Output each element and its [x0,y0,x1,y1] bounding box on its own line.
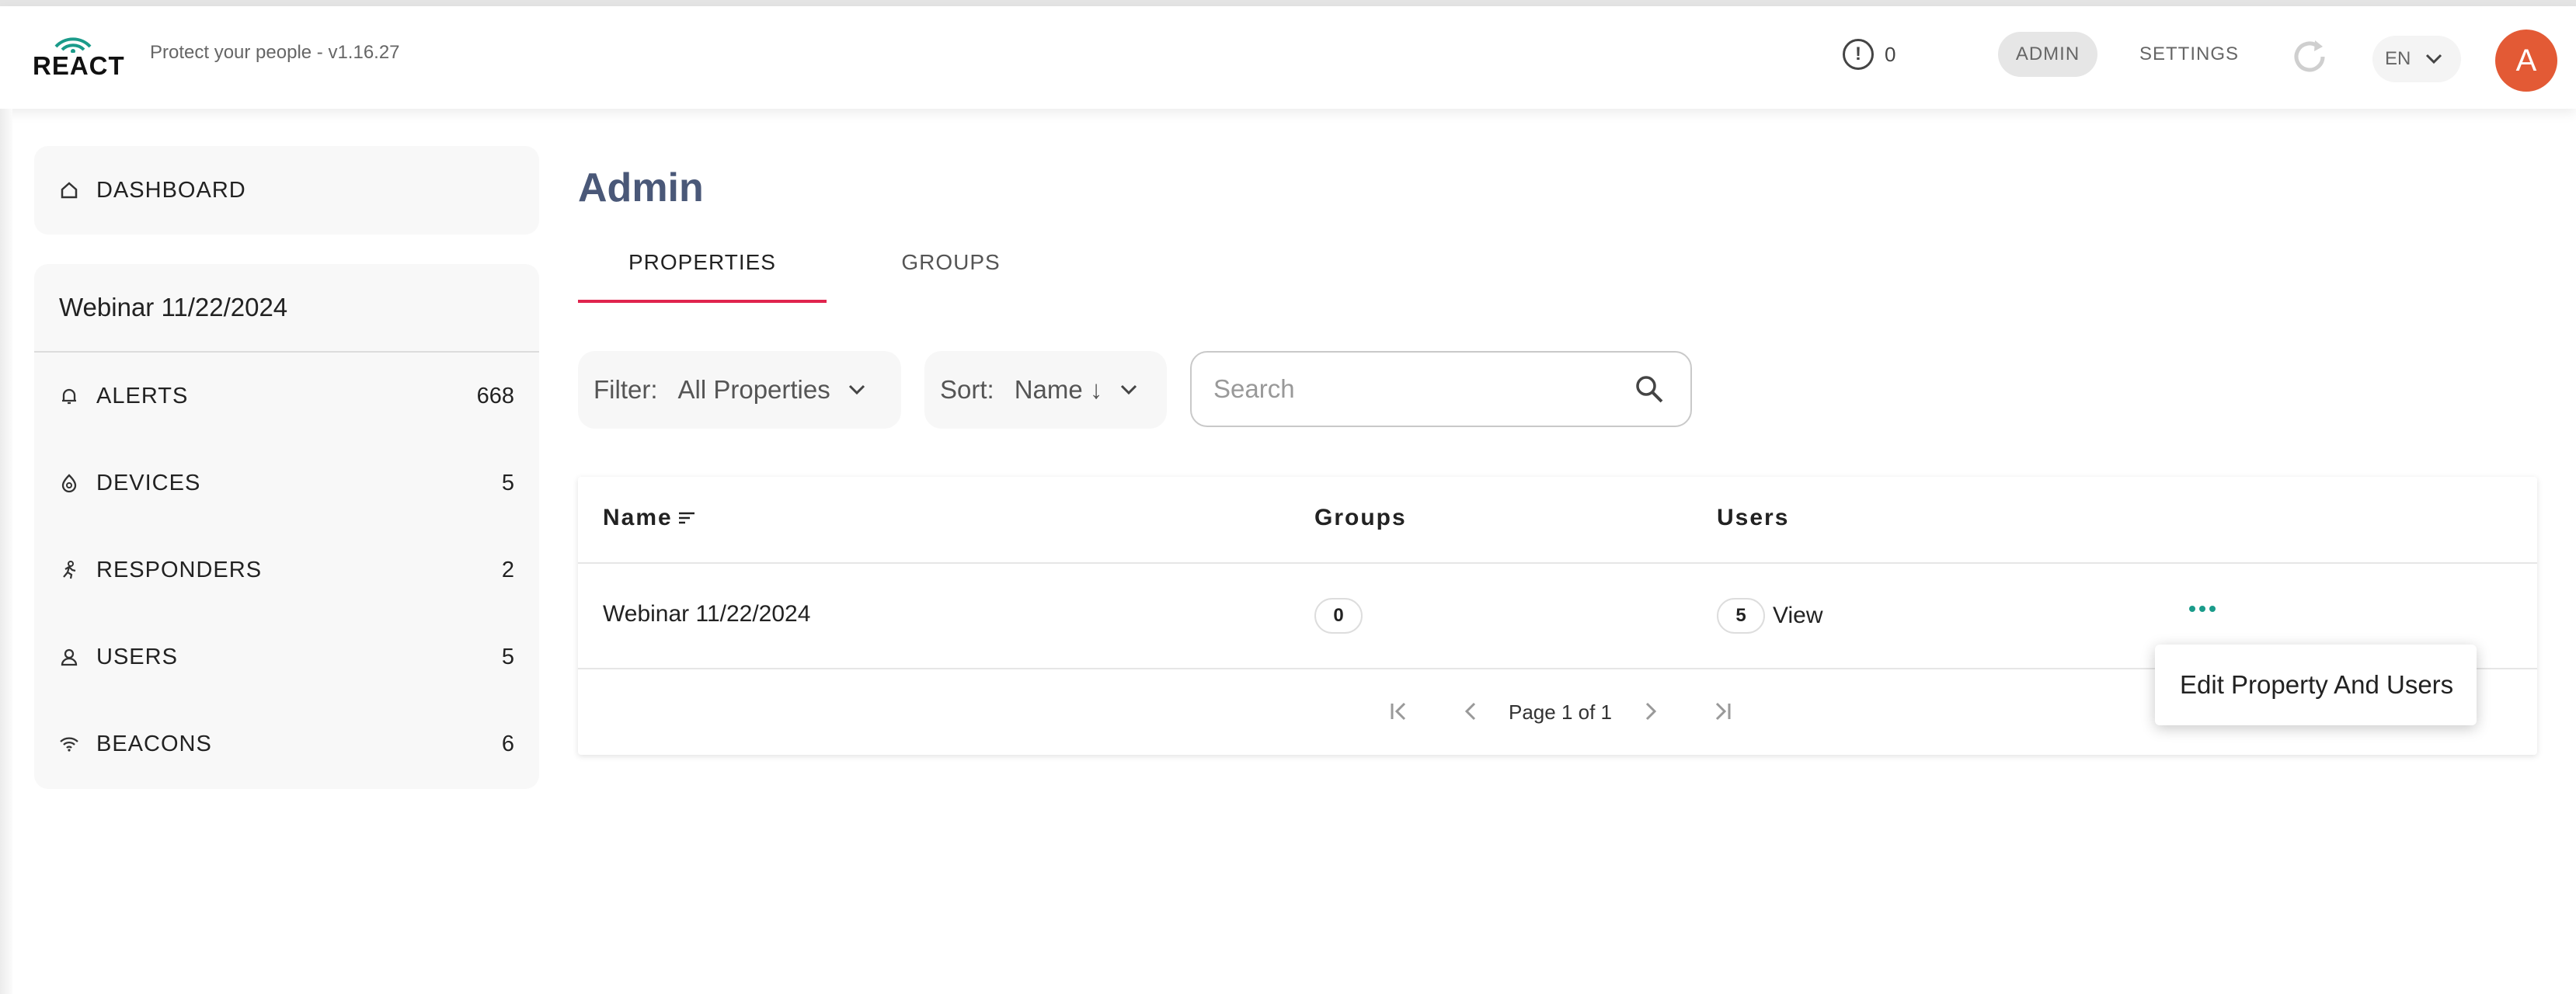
users-count-badge: 5 [1717,598,1765,634]
alert-indicator[interactable]: ! 0 [1843,39,1895,70]
property-name: Webinar 11/22/2024 [34,264,539,353]
sort-value: Name ↓ [1014,375,1103,404]
row-context-menu: Edit Property And Users [2155,645,2477,725]
cell-groups: 0 [1314,598,1363,634]
sidebar-item-count: 6 [501,731,514,756]
exclamation-icon: ! [1843,39,1874,70]
sidebar-item-label: RESPONDERS [96,557,263,582]
language-value: EN [2385,48,2411,69]
filter-select[interactable]: Filter: All Properties [578,351,901,429]
sidebar-item-responders[interactable]: RESPONDERS 2 [34,527,539,613]
view-users-link[interactable]: View [1773,603,1822,629]
more-options-icon[interactable] [2189,606,2216,612]
first-page-icon[interactable] [1386,699,1411,724]
column-header-users: Users [1717,505,1790,530]
column-header-name[interactable]: Name [603,505,696,531]
left-edge-shadow [0,109,12,994]
sidebar-item-count: 5 [501,644,514,669]
cell-users: 5 View [1717,598,1822,634]
sidebar-item-count: 5 [501,470,514,495]
sidebar-item-label: BEACONS [96,731,212,756]
sidebar-item-label: ALERTS [96,383,189,408]
admin-tabs: PROPERTIES GROUPS [578,250,1075,303]
sort-lines-icon [678,512,694,524]
language-select[interactable]: EN [2372,36,2461,82]
top-progress-line [0,0,2576,6]
last-page-icon[interactable] [1711,699,1735,724]
sidebar-item-devices[interactable]: DEVICES 5 [34,440,539,527]
cell-name: Webinar 11/22/2024 [603,601,811,627]
chevron-down-icon [848,384,865,395]
property-nav-card: Webinar 11/22/2024 ALERTS 668 DEVICES 5 … [34,264,539,789]
device-icon [61,474,77,493]
sidebar-item-dashboard[interactable]: DASHBOARD [34,146,539,235]
page-indicator: Page 1 of 1 [1509,700,1612,724]
wifi-logo-icon [54,37,92,53]
tab-properties[interactable]: PROPERTIES [578,250,827,303]
sidebar-item-alerts[interactable]: ALERTS 668 [34,353,539,440]
previous-page-icon[interactable] [1459,699,1484,724]
chevron-down-icon [1121,384,1137,395]
home-icon [61,182,78,199]
filter-value: All Properties [677,375,830,404]
sort-select[interactable]: Sort: Name ↓ [924,351,1167,429]
search-input[interactable] [1213,374,1634,404]
tab-groups[interactable]: GROUPS [827,250,1075,303]
sidebar-item-label: DASHBOARD [96,177,246,203]
nav-admin-button[interactable]: ADMIN [1998,32,2097,77]
sidebar-item-beacons[interactable]: BEACONS 6 [34,700,539,787]
sidebar-item-count: 2 [501,557,514,582]
sidebar-item-label: DEVICES [96,470,201,495]
next-page-icon[interactable] [1638,699,1662,724]
search-box [1190,351,1692,427]
wifi-icon [60,737,78,752]
menu-item-edit-property[interactable]: Edit Property And Users [2180,670,2453,700]
table-header: Name Groups Users [578,477,2537,564]
user-icon [61,648,78,666]
sort-label: Sort: [940,375,994,404]
nav-settings-button[interactable]: SETTINGS [2139,43,2239,65]
chevron-down-icon [2426,54,2442,64]
alert-count-value: 0 [1885,42,1896,66]
app-tagline: Protect your people - v1.16.27 [150,42,400,63]
page-title: Admin [578,165,704,210]
column-header-label: Name [603,505,673,530]
react-logo[interactable]: REACT [33,30,124,84]
sidebar-item-label: USERS [96,644,178,669]
sidebar-item-users[interactable]: USERS 5 [34,613,539,700]
app-header: REACT Protect your people - v1.16.27 ! 0… [0,6,2576,109]
filter-label: Filter: [594,375,658,404]
search-icon[interactable] [1634,374,1664,404]
sidebar-item-count: 668 [476,383,514,408]
refresh-icon[interactable] [2289,36,2331,78]
bell-icon [62,388,76,405]
column-header-groups: Groups [1314,505,1407,530]
runner-icon [63,561,76,579]
avatar[interactable]: A [2495,30,2557,92]
logo-text: REACT [33,51,125,80]
groups-count-badge: 0 [1314,598,1363,634]
